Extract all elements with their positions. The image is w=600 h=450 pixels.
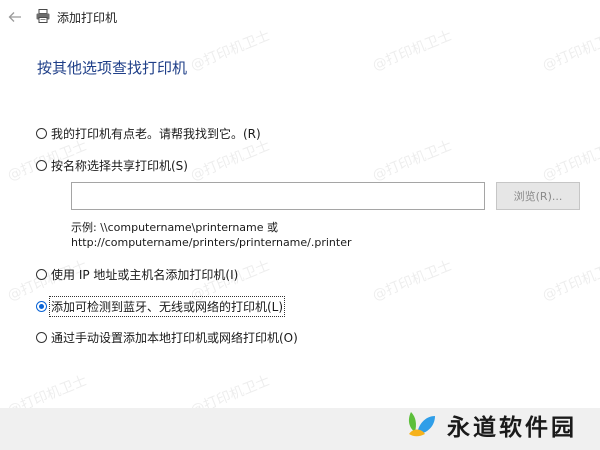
watermark: @打印机卫士: [370, 257, 455, 305]
shared-printer-name-input[interactable]: [71, 182, 485, 210]
option-label: 使用 IP 地址或主机名添加打印机(I): [51, 267, 239, 282]
option-label: 按名称选择共享打印机(S): [51, 158, 188, 173]
option-label: 我的打印机有点老。请帮我找到它。(R): [51, 126, 261, 141]
radio-button[interactable]: [36, 268, 47, 280]
option-manual-local[interactable]: 通过手动设置添加本地打印机或网络打印机(O): [36, 328, 298, 346]
window-title: 添加打印机: [57, 11, 118, 25]
title-bar: 添加打印机: [0, 0, 600, 34]
option-label: 通过手动设置添加本地打印机或网络打印机(O): [51, 330, 298, 345]
radio-button-selected[interactable]: [36, 300, 47, 312]
radio-button[interactable]: [36, 331, 47, 343]
option-ip-hostname[interactable]: 使用 IP 地址或主机名添加打印机(I): [36, 265, 238, 283]
brand-leaf-icon: [405, 408, 439, 442]
option-shared-printer[interactable]: 按名称选择共享打印机(S): [36, 156, 188, 174]
example-text-line2: http://computername/printers/printername…: [71, 236, 352, 249]
watermark: @打印机卫士: [370, 137, 455, 185]
radio-button[interactable]: [36, 127, 47, 139]
browse-button[interactable]: 浏览(R)...: [496, 182, 580, 210]
page-heading: 按其他选项查找打印机: [37, 59, 188, 77]
watermark: @打印机卫士: [540, 137, 600, 185]
option-label: 添加可检测到蓝牙、无线或网络的打印机(L): [48, 295, 286, 317]
brand-name: 永道软件园: [447, 414, 577, 441]
printer-icon: [35, 8, 51, 24]
back-arrow-icon[interactable]: [6, 8, 24, 26]
option-bluetooth-wireless-network[interactable]: 添加可检测到蓝牙、无线或网络的打印机(L): [36, 295, 286, 317]
brand-logo: 永道软件园: [405, 404, 577, 446]
radio-button[interactable]: [36, 159, 47, 171]
example-text-line1: 示例: \\computername\printername 或: [71, 221, 279, 234]
watermark: @打印机卫士: [540, 257, 600, 305]
watermark: @打印机卫士: [188, 137, 273, 185]
option-old-printer[interactable]: 我的打印机有点老。请帮我找到它。(R): [36, 124, 261, 142]
